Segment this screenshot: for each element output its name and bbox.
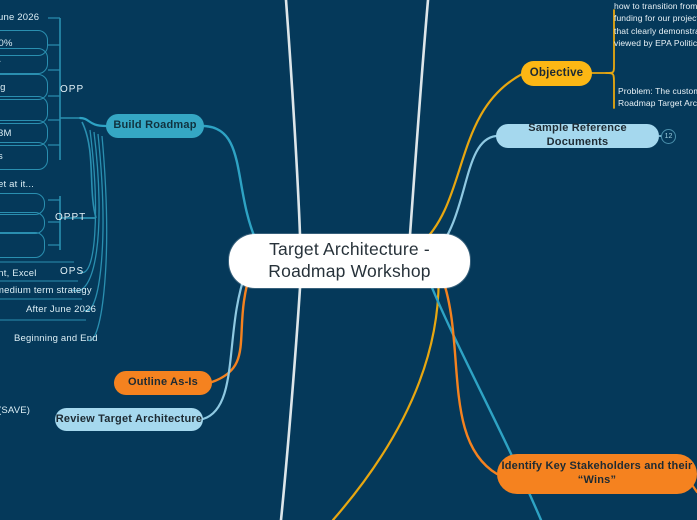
central-node[interactable]: Target Architecture - Roadmap Workshop	[229, 234, 470, 288]
left-leaf-3-label: funding	[0, 81, 6, 93]
left-leaf-15[interactable]: (SAVE)	[0, 405, 30, 416]
node-objective[interactable]: Objective	[521, 61, 592, 86]
left-leaf-11[interactable]: int, Excel	[0, 268, 37, 279]
left-leaf-5-label: s - $13M	[0, 127, 12, 139]
left-leaf-6-box[interactable]: rations	[0, 142, 48, 170]
node-build-roadmap[interactable]: Build Roadmap	[106, 114, 204, 138]
sub-branch-label-opp[interactable]: OPP	[60, 84, 84, 95]
left-leaf-7[interactable]: et at it...	[0, 179, 34, 190]
left-leaf-14[interactable]: Beginning and End	[14, 333, 98, 344]
left-leaf-2-label: 2026 -	[0, 56, 1, 67]
sub-branch-label-ops[interactable]: OPS	[60, 266, 84, 277]
node-sample-reference-documents[interactable]: Sample Reference Documents	[496, 122, 659, 148]
collapse-badge-sample-reference-documents[interactable]: 12	[661, 129, 676, 144]
node-outline-as-is[interactable]: Outline As-Is	[114, 371, 212, 395]
mindmap-canvas[interactable]: Target Architecture - Roadmap Workshop O…	[0, 0, 697, 520]
objective-note-problem: Problem: The custome Roadmap Target Arch	[618, 86, 697, 109]
node-identify-key-stakeholders[interactable]: Identify Key Stakeholders and their “Win…	[497, 454, 697, 494]
left-leaf-0[interactable]: une 2026	[0, 12, 39, 23]
sub-branch-label-oppt[interactable]: OPPT	[55, 212, 86, 223]
left-leaf-10-box[interactable]: when	[0, 232, 45, 258]
left-leaf-2-box[interactable]: 2026 -	[0, 48, 48, 74]
objective-note-top: how to transition from funding for our p…	[614, 1, 697, 48]
left-leaf-13[interactable]: After June 2026	[26, 304, 96, 315]
left-leaf-1-label: 26 - 50%	[0, 37, 13, 49]
node-review-target-architecture[interactable]: Review Target Architecture	[55, 408, 203, 431]
left-leaf-9-box[interactable]: gration	[0, 212, 45, 234]
left-leaf-12[interactable]: medium term strategy	[0, 285, 92, 296]
left-leaf-6-label: rations	[0, 151, 3, 162]
